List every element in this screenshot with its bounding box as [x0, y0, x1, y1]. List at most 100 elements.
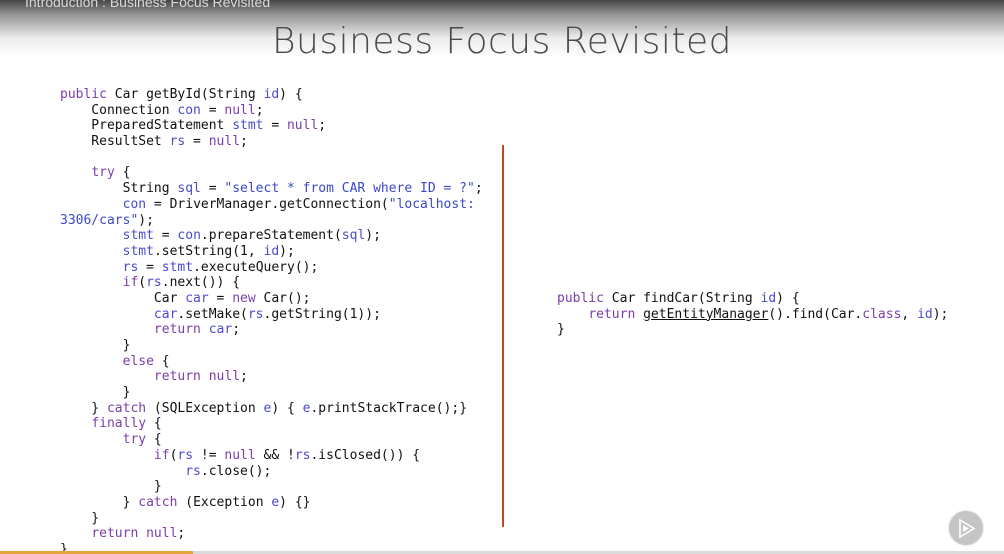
code-token: (Exception [177, 494, 272, 510]
code-line: } [60, 511, 483, 527]
code-token: 3306/cars" [60, 212, 139, 228]
code-token: stmt [122, 228, 154, 244]
code-token: ; [318, 118, 327, 134]
code-line: return car; [60, 322, 483, 338]
code-token: null [224, 102, 256, 118]
code-line: try { [60, 432, 483, 448]
code-line: return null; [60, 526, 483, 542]
code-token: ); [279, 243, 295, 259]
code-line: return getEntityManager().find(Car.class… [557, 307, 948, 323]
code-token: } [60, 385, 131, 401]
code-token: { [153, 353, 170, 369]
code-token: return [153, 369, 201, 385]
code-token: return [91, 526, 139, 542]
code-token: .isClosed()) { [310, 447, 421, 463]
code-token: if [122, 275, 139, 291]
code-token: car [208, 322, 233, 338]
code-token: ().find(Car. [768, 306, 863, 322]
code-token: .executeQuery(); [193, 259, 319, 275]
code-token: ) { [279, 87, 303, 102]
code-token: car [153, 306, 178, 322]
jpa-code-block: public Car findCar(String id) { return g… [557, 291, 948, 338]
code-token: id [760, 291, 777, 306]
code-line: if(rs != null && !rs.isClosed()) { [60, 448, 483, 464]
slide-title: Business Focus Revisited [271, 21, 733, 62]
code-token: con [122, 196, 147, 212]
code-token: ); [138, 212, 154, 228]
code-token: = [208, 290, 233, 306]
code-token: .setMake( [177, 306, 248, 322]
code-token: } [557, 322, 565, 338]
column-divider [502, 145, 504, 527]
code-token: ; [232, 322, 241, 338]
code-token: finally [91, 416, 147, 432]
code-token: stmt [161, 259, 194, 275]
code-token: try [122, 432, 147, 448]
code-token: { [146, 416, 162, 432]
code-line: rs.close(); [60, 464, 483, 480]
code-token: sql [177, 181, 201, 197]
code-token: ) { [271, 400, 303, 416]
code-token: getEntityManager [643, 306, 769, 322]
code-token: new [232, 290, 256, 306]
code-token: car [185, 290, 209, 306]
code-token: .setString(1, [153, 243, 264, 259]
code-token: ; [240, 134, 248, 150]
code-token: } [60, 479, 162, 495]
code-token: != [193, 447, 225, 463]
code-token: null [224, 447, 256, 463]
code-token: null [286, 118, 319, 134]
slide: Introduction : Business Focus Revisited … [0, 0, 1004, 554]
code-token: { [114, 165, 131, 181]
play-button[interactable] [948, 510, 984, 546]
code-token: null [208, 134, 241, 150]
code-line: stmt = con.prepareStatement(sql); [60, 228, 483, 244]
code-line: } [60, 479, 483, 495]
code-token: ) { [776, 291, 800, 306]
code-line: 3306/cars"); [60, 213, 483, 229]
code-token: rs [247, 306, 264, 322]
code-token: ; [240, 369, 248, 385]
code-token: stmt [122, 243, 154, 259]
code-token: .getString(1)); [263, 306, 381, 322]
code-token: public [60, 87, 107, 102]
code-token: public [557, 291, 604, 306]
code-line: Connection con = null; [60, 103, 483, 119]
code-token: id [263, 87, 280, 102]
code-token: con [177, 102, 201, 118]
code-token: Car(); [255, 290, 311, 306]
code-token: Connection [60, 102, 178, 118]
code-token: = [200, 102, 225, 118]
code-token: ResultSet [60, 134, 170, 150]
code-token: rs [122, 259, 139, 275]
code-token: .close(); [200, 463, 272, 479]
code-line: } catch (Exception e) {} [60, 495, 483, 511]
code-token: ); [932, 306, 949, 322]
code-token: Car [60, 290, 186, 306]
code-token: = [153, 228, 178, 244]
code-token: PreparedStatement [60, 118, 233, 134]
code-token: null [146, 526, 178, 542]
code-token: if [153, 447, 170, 463]
code-token: ; [474, 181, 483, 197]
code-token: Car findCar(String [603, 291, 761, 306]
play-icon [959, 519, 976, 538]
code-token: con [177, 228, 201, 244]
code-token: rs [169, 134, 186, 150]
code-token: ; [177, 526, 186, 542]
code-line: else { [60, 354, 483, 370]
code-token: , [901, 306, 918, 322]
